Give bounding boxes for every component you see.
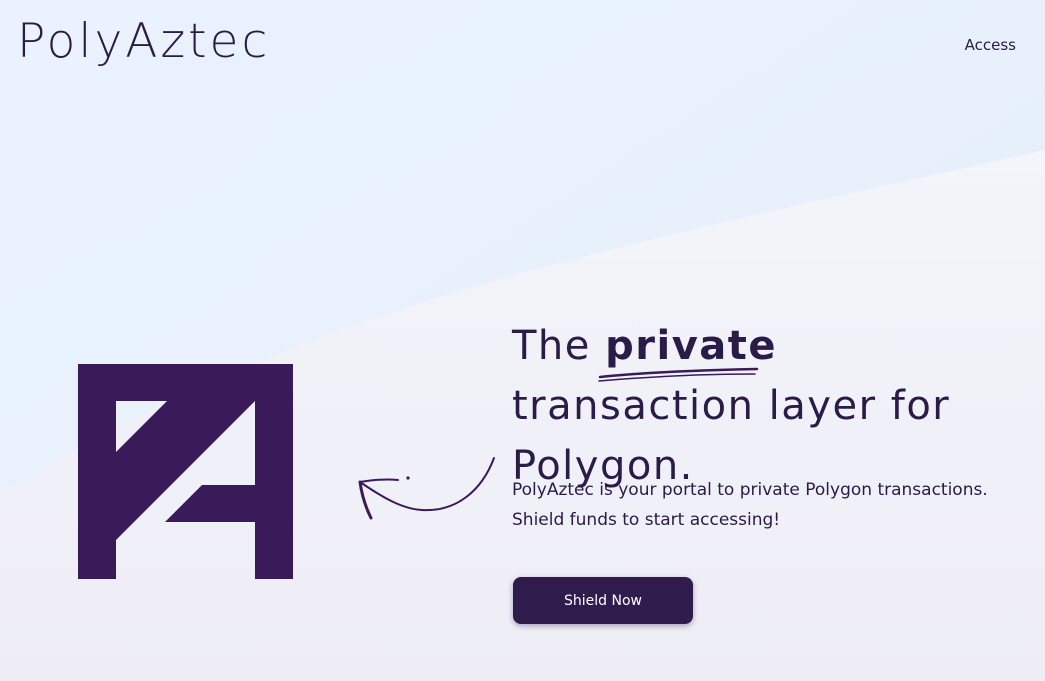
polyaztec-logo-icon xyxy=(78,364,293,579)
headline-prefix: The xyxy=(512,323,591,369)
description-line-1: PolyAztec is your portal to private Poly… xyxy=(512,480,988,500)
headline-emphasis-text: private xyxy=(605,323,778,369)
description-line-2: Shield funds to start accessing! xyxy=(512,510,781,530)
headline-suffix: transaction layer for Polygon. xyxy=(512,383,951,489)
hero-headline: The private transaction layer for Polygo… xyxy=(512,316,1032,496)
nav-access-link[interactable]: Access xyxy=(965,36,1016,54)
hero-description: PolyAztec is your portal to private Poly… xyxy=(512,475,1032,535)
shield-now-button[interactable]: Shield Now xyxy=(513,577,693,624)
scribble-underline-icon xyxy=(598,367,759,382)
headline-emphasis: private xyxy=(598,316,778,382)
brand-logo-text[interactable]: PolyAztec xyxy=(17,12,270,72)
curved-arrow-icon xyxy=(358,457,495,520)
